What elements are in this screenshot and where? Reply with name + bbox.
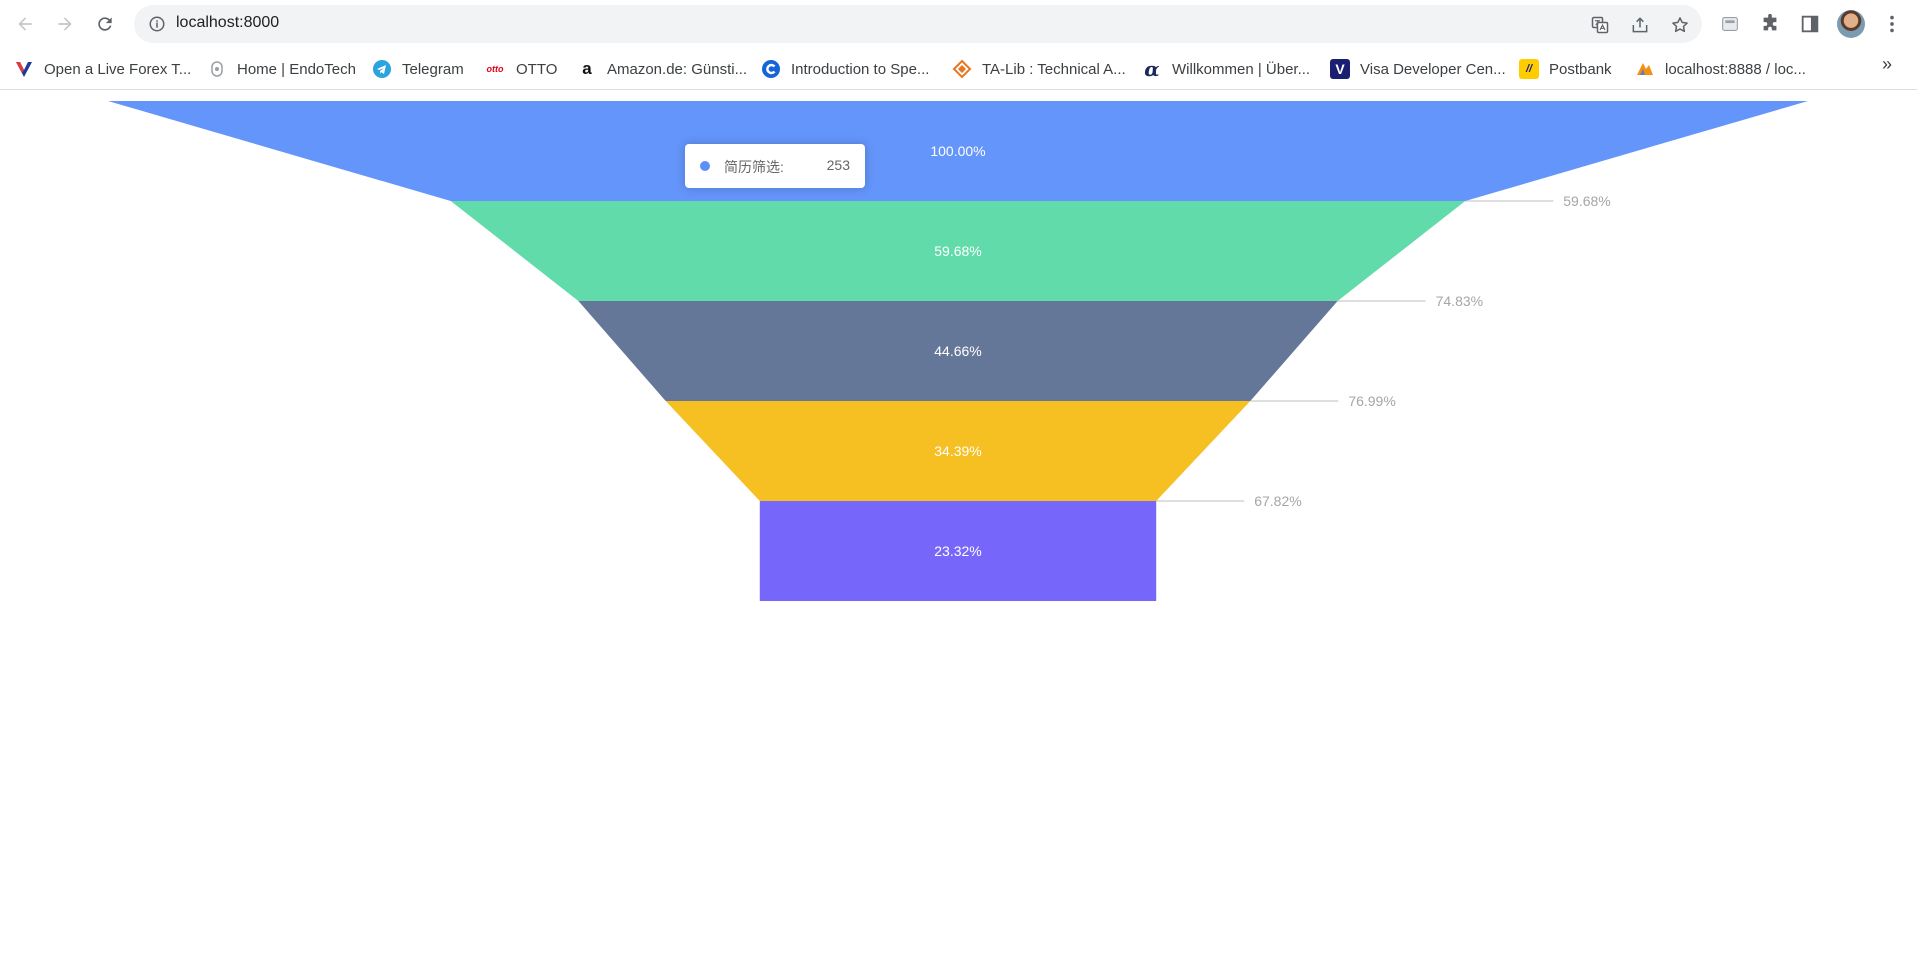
funnel-segment-label: 34.39% [934,443,981,459]
bookmark-item[interactable]: V Visa Developer Cen... [1330,58,1506,80]
conversion-rate-label: 59.68% [1563,193,1610,209]
star-icon [1672,17,1688,33]
back-button[interactable] [9,8,41,40]
reload-button[interactable] [89,8,121,40]
bookmark-item[interactable]: Introduction to Spe... [761,58,929,80]
profile-avatar[interactable] [1837,10,1865,38]
bookmark-item[interactable]: TA-Lib : Technical A... [952,58,1126,80]
funnel-svg: 100.00% 59.68% 59.68% 44.66% 74.83% 34.39% 76.… [108,101,1808,601]
bookmark-item[interactable]: Open a Live Forex T... [14,58,191,80]
coursera-icon [761,59,781,79]
bookmark-item[interactable]: a Amazon.de: Günsti... [577,58,747,80]
amazon-icon: a [582,59,592,78]
conversion-rate-label: 74.83% [1436,293,1483,309]
url-text[interactable]: localhost:8000 [176,14,279,32]
bookmark-label: Telegram [402,60,464,78]
bookmark-label: Amazon.de: Günsti... [607,60,748,78]
vantage-icon [14,59,34,79]
bookmark-item[interactable]: α Willkommen | Über... [1142,57,1311,81]
conversion-rate-label: 76.99% [1348,393,1395,409]
bookmark-label: Introduction to Spe... [791,60,930,78]
address-bar[interactable]: localhost:8000 [134,5,1702,43]
reload-icon [98,17,112,31]
tooltip-value: 253 [826,157,850,173]
extension-button[interactable] [1717,11,1743,37]
funnel-segment-label: 44.66% [934,343,981,359]
telegram-icon [372,59,392,79]
bookmarks-bar: Open a Live Forex T... Home | EndoTech T… [0,48,1917,90]
browser-toolbar: localhost:8000 [0,0,1917,48]
tooltip-name: 简历筛选: [724,159,784,175]
bookmark-label: Willkommen | Über... [1172,60,1311,78]
bookmark-item[interactable]: Home | EndoTech [207,58,356,80]
menu-button[interactable] [1879,11,1905,37]
otto-icon: otto [486,64,504,74]
arrow-left-icon [18,17,32,31]
bookmark-item[interactable]: localhost:8888 / loc... [1635,58,1806,80]
puzzle-icon [1763,13,1777,31]
bookmark-star-button[interactable] [1669,14,1691,36]
tooltip-marker [700,161,710,171]
info-icon[interactable] [148,15,166,33]
chart-tooltip: 简历筛选: 253 [685,144,865,188]
bookmark-label: Visa Developer Cen... [1360,60,1506,78]
bookmark-item[interactable]: Telegram [372,58,464,80]
more-bookmarks-button[interactable]: » [1882,54,1892,75]
arrow-right-icon [58,17,72,31]
bookmark-item[interactable]: // Postbank [1519,58,1612,80]
postbank-icon: // [1519,59,1539,79]
bookmark-label: localhost:8888 / loc... [1665,60,1806,78]
funnel-segment-label: 59.68% [934,243,981,259]
translate-icon [1591,16,1609,34]
side-panel-button[interactable] [1797,11,1823,37]
translate-button[interactable] [1589,14,1611,36]
bookmark-label: Postbank [1549,60,1612,78]
funnel-segment-label: 100.00% [930,143,985,159]
alpha-icon: α [1144,57,1160,81]
share-icon [1632,17,1648,33]
forward-button[interactable] [49,8,81,40]
phpmyadmin-icon [1635,59,1655,79]
conversion-rate-label: 67.82% [1254,493,1301,509]
bookmark-label: OTTO [516,60,558,78]
bookmark-label: TA-Lib : Technical A... [982,60,1126,78]
bookmark-item[interactable]: otto OTTO [484,58,558,80]
bookmark-label: Open a Live Forex T... [44,60,192,78]
bookmark-label: Home | EndoTech [237,60,356,78]
extensions-menu-button[interactable] [1757,11,1783,37]
share-button[interactable] [1629,14,1651,36]
talib-icon [952,59,972,79]
endotech-icon [207,59,227,79]
extension-app-icon [1722,17,1738,31]
visa-icon: V [1330,59,1350,79]
funnel-chart: 100.00% 59.68% 59.68% 44.66% 74.83% 34.39% 76.… [0,91,1917,975]
funnel-segment-label: 23.32% [934,543,981,559]
more-vert-icon [1890,15,1894,33]
side-panel-icon [1801,15,1819,33]
